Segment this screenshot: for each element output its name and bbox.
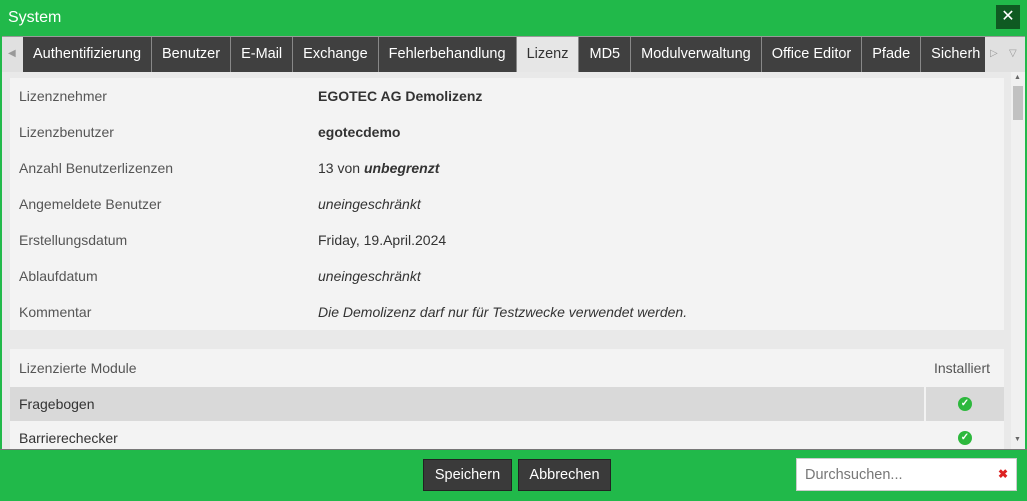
license-value: 13 von unbegrenzt [318, 160, 439, 176]
tab-benutzer[interactable]: Benutzer [152, 37, 232, 72]
installed-cell: ✓ [926, 421, 1004, 449]
tab-modulverwaltung[interactable]: Modulverwaltung [631, 37, 762, 72]
license-content: Lizenznehmer EGOTEC AG Demolizenz Lizenzbe… [2, 72, 1025, 449]
license-label: Erstellungsdatum [19, 232, 128, 248]
tab-lizenz[interactable]: Lizenz [516, 37, 580, 72]
license-value: EGOTEC AG Demolizenz [318, 88, 482, 104]
license-row: Lizenznehmer EGOTEC AG Demolizenz [10, 78, 1004, 114]
scroll-left-icon[interactable]: ◀ [8, 48, 16, 59]
modules-header: Lizenzierte Module [19, 360, 137, 376]
value-text: uneingeschränkt [318, 268, 421, 284]
value-text: uneingeschränkt [318, 196, 421, 212]
save-button[interactable]: Speichern [423, 459, 512, 491]
license-row: Anzahl Benutzerlizenzen 13 von unbegrenzt [10, 150, 1004, 186]
value-text: Die Demolizenz darf nur für Testzwecke v… [318, 304, 688, 320]
license-row: Kommentar Die Demolizenz darf nur für Tes… [10, 294, 1004, 330]
value-emphasis: unbegrenzt [363, 160, 440, 176]
module-row[interactable]: Fragebogen ✓ [10, 387, 1004, 421]
license-label: Kommentar [19, 304, 92, 320]
value-text: egotecdemo [318, 124, 401, 140]
clear-search-icon[interactable]: ✖ [998, 467, 1008, 481]
license-value: uneingeschränkt [318, 196, 421, 212]
check-icon: ✓ [958, 397, 972, 411]
check-icon: ✓ [958, 431, 972, 445]
license-row: Ablaufdatum uneingeschränkt [10, 258, 1004, 294]
license-row: Erstellungsdatum Friday, 19.April.2024 [10, 222, 1004, 258]
license-row: Lizenzbenutzer egotecdemo [10, 114, 1004, 150]
license-details: Lizenznehmer EGOTEC AG Demolizenz Lizenzbe… [10, 78, 1004, 330]
license-value: egotecdemo [318, 124, 400, 140]
scrollbar-thumb[interactable] [1013, 86, 1023, 120]
license-label: Angemeldete Benutzer [19, 196, 162, 212]
tab-exchange[interactable]: Exchange [293, 37, 379, 72]
close-icon: ✕ [1001, 8, 1015, 25]
value-text: Friday, 19.April.2024 [318, 232, 447, 248]
license-value: uneingeschränkt [318, 268, 421, 284]
tab-e-mail[interactable]: E-Mail [231, 37, 294, 72]
installed-header: Installiert [933, 360, 991, 376]
tab-sicherh[interactable]: Sicherh [921, 37, 985, 72]
license-row: Angemeldete Benutzer uneingeschränkt [10, 186, 1004, 222]
value-text: EGOTEC AG Demolizenz [318, 88, 483, 104]
module-name: Barrierechecker [19, 430, 118, 446]
license-label: Anzahl Benutzerlizenzen [19, 160, 174, 176]
search-placeholder: Durchsuchen... [805, 467, 903, 483]
window-titlebar: System ✕ [0, 0, 1027, 36]
tab-list: Authentifizierung Benutzer E-Mail Exchange F… [23, 37, 985, 72]
tab-menu-icon[interactable]: ▽ [1009, 48, 1017, 59]
modules-header-row: Lizenzierte Module Installiert [10, 349, 1004, 387]
tab-pfade[interactable]: Pfade [862, 37, 922, 72]
installed-cell: ✓ [926, 387, 1004, 421]
module-name: Fragebogen [10, 387, 924, 421]
tab-authentifizierung[interactable]: Authentifizierung [23, 37, 153, 72]
license-value: Friday, 19.April.2024 [318, 232, 446, 248]
scroll-up-icon[interactable]: ▲ [1014, 74, 1021, 81]
tab-fehlerbehandlung[interactable]: Fehlerbehandlung [379, 37, 517, 72]
footer: Speichern Abbrechen Durchsuchen... ✖ [0, 449, 1027, 501]
close-button[interactable]: ✕ [996, 5, 1020, 29]
scrollbar[interactable]: ▲ ▼ [1011, 72, 1025, 449]
modules-table: Lizenzierte Module Installiert Frageboge… [10, 349, 1004, 449]
scroll-down-icon[interactable]: ▼ [1014, 436, 1021, 443]
tab-bar: ◀ Authentifizierung Benutzer E-Mail Exchang… [2, 36, 1025, 72]
window-title: System [8, 9, 62, 26]
license-label: Ablaufdatum [19, 268, 98, 284]
search-input[interactable]: Durchsuchen... ✖ [796, 458, 1017, 491]
tab-office-editor[interactable]: Office Editor [762, 37, 863, 72]
license-label: Lizenzbenutzer [19, 124, 114, 140]
tab-md5[interactable]: MD5 [579, 37, 632, 72]
scroll-right-icon[interactable]: ▷ [990, 48, 998, 59]
module-row[interactable]: Barrierechecker ✓ [10, 421, 1004, 449]
license-label: Lizenznehmer [19, 88, 107, 104]
value-text: 13 von [318, 160, 364, 176]
license-value: Die Demolizenz darf nur für Testzwecke v… [318, 304, 687, 320]
cancel-button[interactable]: Abbrechen [518, 459, 611, 491]
